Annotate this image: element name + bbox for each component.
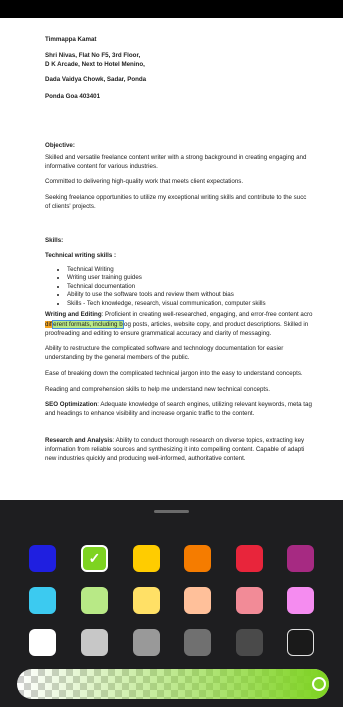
highlight-selection[interactable]: erent formats, including b	[52, 320, 124, 329]
writing-line-1: Writing and Editing: Proficient in creat…	[45, 310, 312, 320]
color-swatch[interactable]	[81, 587, 108, 614]
research-line-3: new industries quickly and producing wel…	[45, 455, 246, 462]
seo-text-1: : Adequate knowledge of search engines, …	[97, 401, 312, 408]
opacity-gradient	[17, 669, 329, 699]
address-name: Timmappa Kamat	[45, 36, 97, 43]
status-bar	[0, 0, 343, 18]
opacity-slider[interactable]	[17, 669, 329, 699]
color-swatch[interactable]	[287, 545, 314, 572]
checkmark-icon: ✓	[88, 550, 101, 566]
list-item: Writing user training guides	[67, 274, 343, 282]
color-swatch[interactable]	[133, 629, 160, 656]
skills-heading: Skills:	[45, 237, 64, 244]
address-line4: Ponda Goa 403401	[45, 93, 101, 100]
research-text-1: : Ability to conduct thorough research o…	[112, 437, 305, 444]
research-label: Research and Analysis	[45, 437, 113, 444]
color-swatch[interactable]: ✓	[81, 545, 108, 572]
address-line2: D K Arcade, Next to Hotel Menino,	[45, 61, 145, 68]
color-swatch[interactable]	[184, 587, 211, 614]
color-swatch[interactable]	[287, 629, 314, 656]
writing-line-3: proofreading and editing to ensure gramm…	[45, 330, 272, 337]
technical-heading: Technical writing skills :	[45, 252, 117, 259]
list-item: Skills - Tech knowledge, research, visua…	[67, 300, 343, 308]
color-swatch[interactable]	[133, 545, 160, 572]
objective-text-2: Committed to delivering high-quality wor…	[45, 178, 244, 185]
color-swatch[interactable]	[29, 629, 56, 656]
color-swatch[interactable]	[287, 587, 314, 614]
list-item: Technical Writing	[67, 266, 343, 274]
objective-text-1b: informative content for various industri…	[45, 163, 158, 170]
seo-label: SEO Optimization	[45, 401, 98, 408]
list-item: Technical documentation	[67, 283, 343, 291]
drag-handle[interactable]	[154, 510, 189, 513]
color-swatch[interactable]	[29, 587, 56, 614]
writing-text-1: : Proficient in creating well-researched…	[101, 311, 313, 318]
objective-text-3b: of clients' projects.	[45, 203, 96, 210]
writing-text-2: log posts, articles, website copy, and p…	[122, 321, 309, 328]
color-swatch[interactable]	[236, 545, 263, 572]
document-view[interactable]: Timmappa Kamat Shri Nivas, Flat No F5, 3…	[0, 18, 343, 500]
color-swatch[interactable]	[29, 545, 56, 572]
color-swatch[interactable]	[184, 629, 211, 656]
color-swatch[interactable]	[184, 545, 211, 572]
color-swatch[interactable]	[236, 587, 263, 614]
color-swatch[interactable]	[133, 587, 160, 614]
reading-text: Reading and comprehension skills to help…	[45, 386, 270, 393]
address-line3: Dada Vaidya Chowk, Sadar, Ponda	[45, 76, 147, 83]
technical-list: Technical Writing Writing user training …	[45, 266, 343, 308]
restructure-b: understanding by the general members of …	[45, 354, 190, 361]
color-swatch[interactable]	[81, 629, 108, 656]
color-swatch[interactable]	[236, 629, 263, 656]
ease-text: Ease of breaking down the complicated te…	[45, 370, 303, 377]
writing-label: Writing and Editing	[45, 311, 102, 318]
highlight-orange[interactable]: diff	[45, 321, 54, 328]
seo-line-2: and headings to enhance visibility and i…	[45, 410, 255, 417]
objective-heading: Objective:	[45, 142, 75, 149]
list-item: Ability to use the software tools and re…	[67, 291, 343, 299]
opacity-slider-thumb[interactable]	[312, 677, 326, 691]
